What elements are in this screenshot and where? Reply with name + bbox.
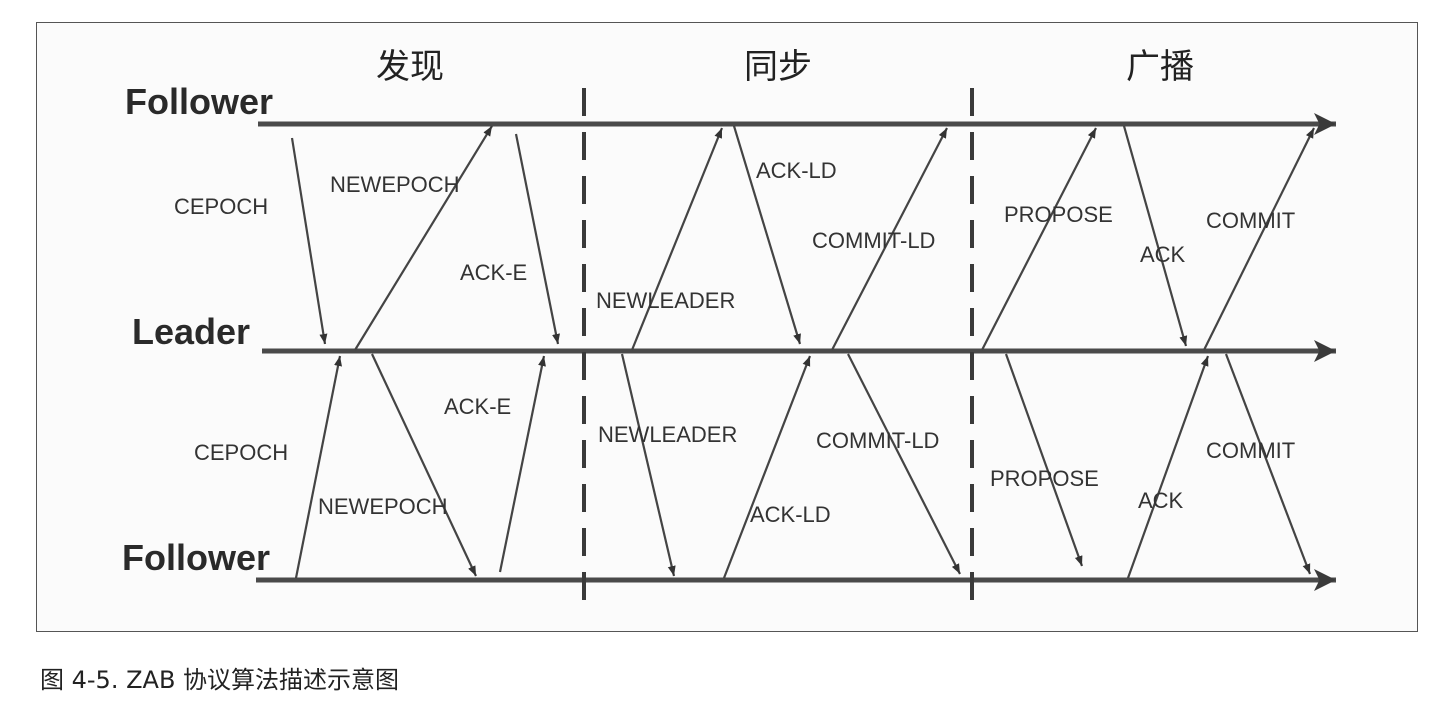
phase-broadcast-label: 广播 [1126, 47, 1194, 87]
role-leader: Leader [132, 311, 250, 352]
arrow-propose-bottom [1004, 353, 1084, 567]
arrow-cepoch-bottom [294, 355, 342, 579]
label-newleader-bottom: NEWLEADER [598, 422, 737, 447]
label-acke-top: ACK-E [460, 260, 527, 285]
label-ack-top: ACK [1140, 242, 1186, 267]
label-cepoch-bottom: CEPOCH [194, 440, 288, 465]
phase-sync-label: 同步 [744, 47, 812, 87]
arrow-commit-top [1203, 127, 1315, 351]
arrow-ackld-bottom [722, 355, 812, 579]
arrow-newleader-top [630, 127, 724, 351]
label-ackld-bottom: ACK-LD [750, 502, 831, 527]
arrow-commit-bottom [1224, 353, 1312, 575]
label-propose-top: PROPOSE [1004, 202, 1113, 227]
role-follower-bottom: Follower [122, 537, 270, 578]
label-ack-bottom: ACK [1138, 488, 1184, 513]
arrow-propose-top [981, 127, 1097, 351]
phase-discovery-label: 发现 [376, 47, 444, 87]
label-newepoch-bottom: NEWEPOCH [318, 494, 448, 519]
arrow-newleader-bottom [620, 353, 676, 577]
arrow-newepoch-bottom [371, 353, 477, 577]
label-commit-bottom: COMMIT [1206, 438, 1295, 463]
arrow-ack-bottom [1126, 355, 1210, 579]
zab-diagram: 发现 同步 广播 Follower Leader Follower CEPOCH… [122, 47, 1336, 610]
role-follower-top: Follower [125, 81, 273, 122]
label-acke-bottom: ACK-E [444, 394, 511, 419]
arrow-acke-top [514, 133, 560, 345]
arrow-cepoch-top [290, 137, 328, 345]
arrow-acke-bottom [498, 355, 546, 573]
label-commitld-top: COMMIT-LD [812, 228, 935, 253]
label-newepoch-top: NEWEPOCH [330, 172, 460, 197]
label-propose-bottom: PROPOSE [990, 466, 1099, 491]
label-newleader-top: NEWLEADER [596, 288, 735, 313]
label-commit-top: COMMIT [1206, 208, 1295, 233]
figure-caption: 图 4-5. ZAB 协议算法描述示意图 [40, 666, 400, 694]
arrow-ack-top [1122, 125, 1188, 347]
label-cepoch-top: CEPOCH [174, 194, 268, 219]
label-commitld-bottom: COMMIT-LD [816, 428, 939, 453]
arrow-commitld-bottom [847, 353, 961, 575]
arrow-newepoch-top [354, 125, 493, 351]
label-ackld-top: ACK-LD [756, 158, 837, 183]
